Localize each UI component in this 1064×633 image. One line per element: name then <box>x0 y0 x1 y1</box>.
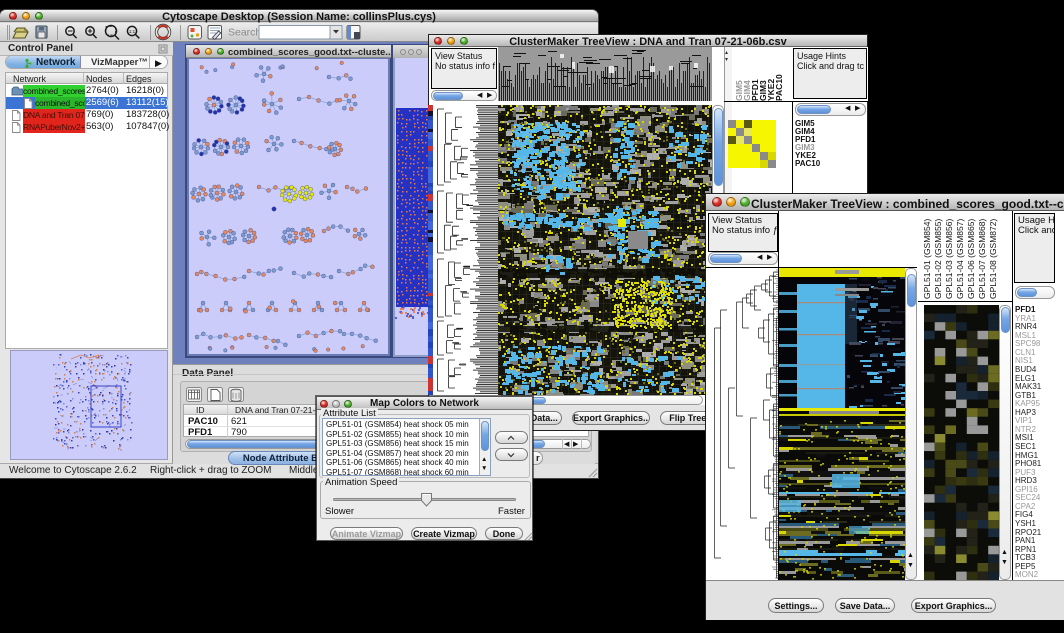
svg-text:1:1: 1:1 <box>129 29 136 34</box>
